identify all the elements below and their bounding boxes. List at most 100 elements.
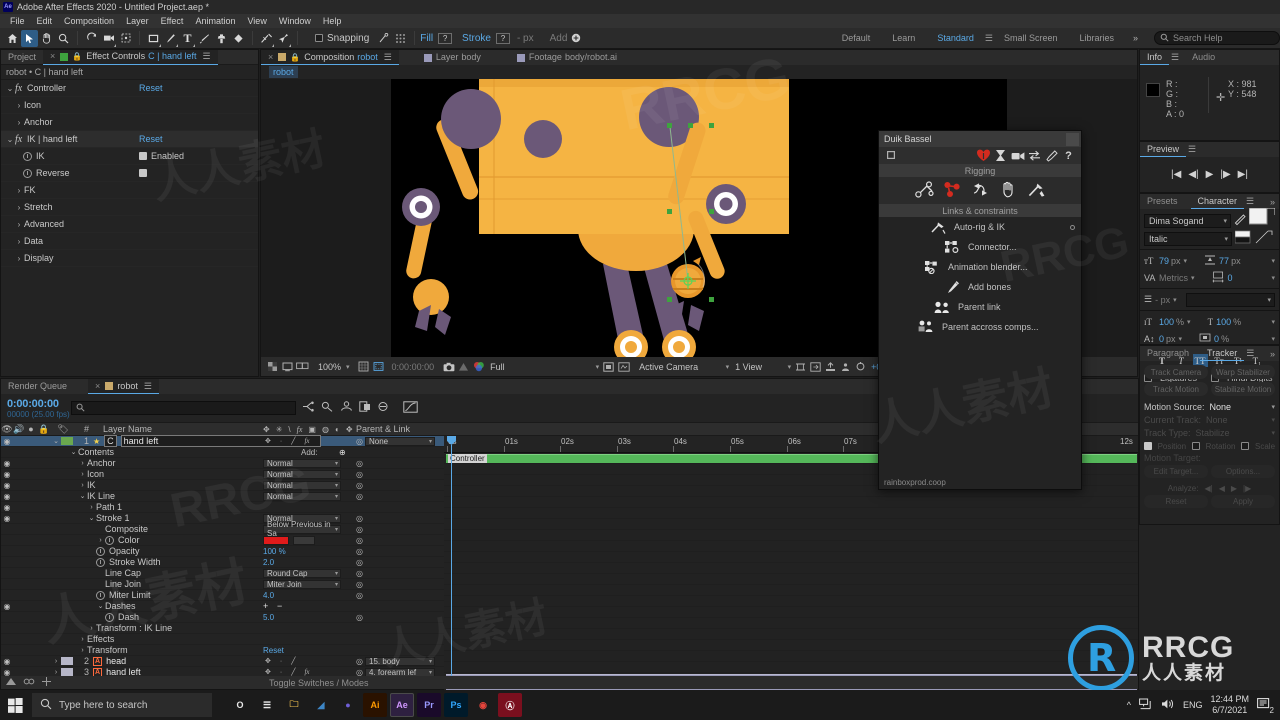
playhead-handle[interactable]: [447, 436, 456, 445]
property-pick-whip-icon[interactable]: ◎: [356, 481, 363, 490]
twirl-icon-prop[interactable]: ⌄: [96, 602, 105, 610]
timeline-property-row[interactable]: Dash 5.0 ◎: [1, 612, 444, 623]
twirl-icon-prop[interactable]: ›: [78, 647, 87, 654]
reset-link[interactable]: Reset: [139, 83, 163, 93]
property-value[interactable]: 100 %: [263, 547, 286, 556]
lock-icon[interactable]: 🔒: [72, 49, 82, 64]
hand-tool-icon[interactable]: [38, 30, 55, 47]
timeline-layer-row[interactable]: ◉ › 2 Ahead ✥ · ╱ ◎ 15. body ▾: [1, 656, 444, 667]
menu-composition[interactable]: Composition: [58, 14, 120, 28]
toggle-mask-visibility-icon[interactable]: [280, 359, 295, 374]
media-icon[interactable]: ◢: [309, 693, 333, 717]
shy-switch-icon[interactable]: ✥: [265, 657, 271, 665]
effect-control-row[interactable]: ⌄ fx Controller Reset: [1, 80, 258, 97]
grid-guides-icon[interactable]: [356, 359, 371, 374]
workspace-libraries[interactable]: Libraries: [1068, 33, 1125, 43]
twirl-icon[interactable]: ›: [14, 254, 24, 263]
property-pick-whip-icon[interactable]: ◎: [356, 580, 363, 589]
font-family-select[interactable]: Dima Sogand ▾: [1144, 213, 1231, 228]
pixel-aspect-correction-icon[interactable]: [793, 359, 808, 374]
property-name[interactable]: Miter Limit: [109, 590, 444, 600]
rendering-icon[interactable]: [992, 148, 1009, 163]
quality-switch-icon[interactable]: ╱: [291, 657, 295, 665]
zoom-level-select[interactable]: 100% ▾: [314, 359, 352, 374]
layer-label-color[interactable]: [61, 437, 73, 445]
twirl-icon-layer[interactable]: ›: [51, 658, 61, 665]
property-pick-whip-icon[interactable]: ◎: [356, 525, 363, 534]
duik-title-bar[interactable]: Duik Bassel: [879, 131, 1081, 147]
chevron-down-icon-vscale[interactable]: ▾: [1187, 318, 1191, 326]
property-value[interactable]: 4.0: [263, 591, 274, 600]
effect-control-row[interactable]: › FK: [1, 182, 258, 199]
chevron-down-icon-size[interactable]: ▾: [1184, 257, 1188, 265]
shy-switch-icon[interactable]: ✥: [265, 437, 271, 445]
chevron-down-icon-kerning[interactable]: ▾: [1191, 274, 1195, 282]
stopwatch-icon[interactable]: [23, 151, 32, 161]
twirl-icon[interactable]: ›: [14, 203, 24, 212]
effect-checkbox-group[interactable]: [139, 169, 151, 177]
layer-visibility-icon[interactable]: ◉: [1, 657, 13, 666]
next-frame-icon[interactable]: |▶: [1220, 169, 1230, 180]
layer-visibility-icon[interactable]: ◉: [1, 481, 13, 490]
add-dash-icon[interactable]: +: [263, 601, 268, 611]
property-pick-whip-icon-val[interactable]: ◎: [356, 558, 363, 567]
layer-label-color[interactable]: [61, 668, 73, 676]
duik-panel-menu-icon[interactable]: [883, 148, 900, 163]
blend-mode-select[interactable]: Miter Join ▾: [263, 579, 341, 589]
twirl-icon[interactable]: ›: [14, 101, 24, 110]
twirl-icon-prop[interactable]: ›: [78, 482, 87, 489]
kerning-field[interactable]: Metrics: [1159, 273, 1188, 283]
timeline-track-row[interactable]: [444, 519, 1138, 530]
twirl-icon-prop[interactable]: ›: [78, 460, 87, 467]
workspace-overflow-icon[interactable]: »: [1125, 33, 1146, 43]
property-name[interactable]: Stroke Width: [109, 557, 444, 567]
stopwatch-icon-prop[interactable]: [105, 535, 114, 545]
channel-rgb-icon[interactable]: [471, 359, 486, 374]
timeline-track-row[interactable]: [444, 618, 1138, 629]
blend-mode-select[interactable]: Round Cap ▾: [263, 568, 341, 578]
timeline-property-row[interactable]: Stroke Width 2.0 ◎: [1, 557, 444, 568]
twirl-icon-layer[interactable]: ›: [51, 669, 61, 676]
property-pick-whip-icon[interactable]: ◎: [356, 459, 363, 468]
twirl-icon-prop[interactable]: ›: [87, 625, 96, 632]
tab-render-queue[interactable]: Render Queue: [1, 379, 74, 394]
timeline-property-row[interactable]: ◉ › Anchor Normal ▾ ◎: [1, 458, 444, 469]
horizontal-scale-field[interactable]: 100 %: [1216, 317, 1241, 327]
tab-info[interactable]: Info: [1140, 50, 1170, 65]
duik-options-icon[interactable]: [1070, 224, 1075, 230]
timeline-property-row[interactable]: › Effects: [1, 634, 444, 645]
timeline-property-row[interactable]: ◉ ⌄ IK Line Normal ▾ ◎: [1, 491, 444, 502]
toggle-switches-modes-label[interactable]: Toggle Switches / Modes: [269, 678, 369, 688]
chevron-down-icon-hscale[interactable]: ▾: [1271, 318, 1275, 326]
help-icon[interactable]: ?: [1060, 148, 1077, 163]
notifications-icon[interactable]: 2: [1257, 697, 1274, 715]
timeline-property-row[interactable]: Opacity 100 % ◎: [1, 546, 444, 557]
twirl-icon-prop[interactable]: ›: [78, 636, 87, 643]
chevron-down-icon-motionsrc[interactable]: ▾: [1271, 403, 1275, 411]
timeline-property-row[interactable]: › Transform : IK Line: [1, 623, 444, 634]
twirl-icon[interactable]: ⌄: [5, 84, 15, 93]
duik-item-animation-blender[interactable]: Animation blender...: [879, 257, 1081, 277]
vertical-scale-field[interactable]: 100 %: [1159, 317, 1184, 327]
timeline-track-row[interactable]: [444, 662, 1138, 673]
last-frame-icon[interactable]: ▶|: [1238, 169, 1248, 180]
fast-previews-icon[interactable]: [616, 359, 631, 374]
stroke-fill-swatches[interactable]: [1234, 230, 1275, 247]
baseline-shift-field[interactable]: 0 px: [1159, 334, 1176, 344]
camera-view-select[interactable]: Active Camera ▾: [635, 359, 732, 374]
timeline-track-row[interactable]: [444, 585, 1138, 596]
tab-project[interactable]: Project: [1, 50, 43, 65]
chrome-icon[interactable]: ◉: [471, 693, 495, 717]
blend-mode-select[interactable]: Normal ▾: [263, 491, 341, 501]
automation-icon[interactable]: [971, 181, 990, 201]
panel-menu-icon[interactable]: ☰: [203, 49, 211, 64]
timeline-property-row[interactable]: › Transform Reset: [1, 645, 444, 656]
stopwatch-icon[interactable]: [23, 168, 32, 178]
reset-link[interactable]: Reset: [139, 134, 163, 144]
collapse-switch-icon[interactable]: ·: [280, 669, 282, 676]
file-explorer-icon[interactable]: 🗀: [282, 693, 306, 717]
snapshot-camera-icon[interactable]: [441, 359, 456, 374]
stroke-label[interactable]: Stroke: [462, 33, 491, 44]
collapse-switch-icon[interactable]: ·: [280, 658, 282, 665]
timeline-property-row[interactable]: ◉ ⌄ Stroke 1 Normal ▾ ◎: [1, 513, 444, 524]
